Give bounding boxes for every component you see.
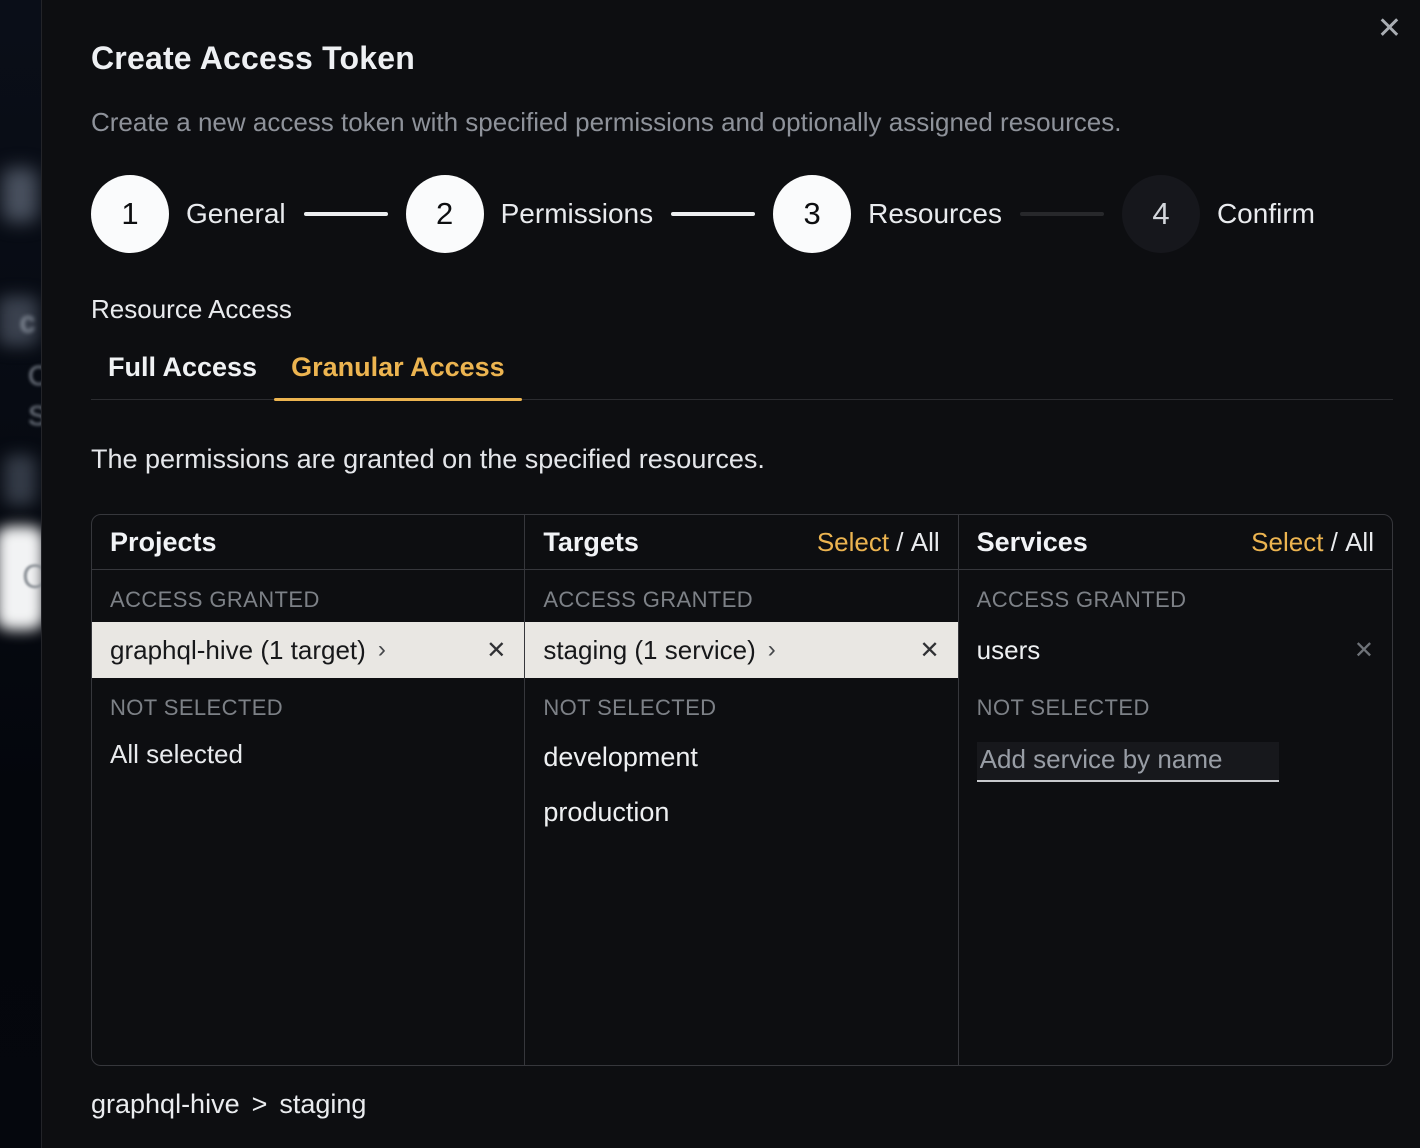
select-all-separator: / (1323, 527, 1345, 558)
column-title: Projects (110, 527, 217, 558)
column-title: Services (977, 527, 1088, 558)
access-granted-label: ACCESS GRANTED (959, 570, 1392, 622)
services-column: Services Select / All ACCESS GRANTED use… (959, 515, 1392, 1065)
services-all-link[interactable]: All (1345, 527, 1374, 558)
background-blur-fragment (4, 455, 36, 505)
not-selected-label: NOT SELECTED (959, 678, 1392, 730)
not-selected-label: NOT SELECTED (92, 678, 524, 730)
services-select-link[interactable]: Select (1251, 527, 1323, 558)
targets-column-header: Targets Select / All (525, 515, 957, 570)
access-tabs: Full Access Granular Access (91, 352, 1393, 400)
remove-icon[interactable]: ✕ (920, 636, 940, 665)
stepper: 1 General 2 Permissions 3 Resources 4 Co… (91, 174, 1333, 254)
step-number-circle: 4 (1122, 175, 1200, 253)
tab-granular-access[interactable]: Granular Access (274, 352, 522, 399)
background-text-fragment: C (22, 558, 41, 597)
granted-project-row[interactable]: graphql-hive (1 target) › ✕ (92, 622, 524, 678)
access-granted-label: ACCESS GRANTED (525, 570, 957, 622)
granted-target-row[interactable]: staging (1 service) › ✕ (525, 622, 957, 678)
step-number-circle: 2 (406, 175, 484, 253)
tab-full-access[interactable]: Full Access (91, 352, 274, 399)
step-number-circle: 3 (773, 175, 851, 253)
targets-select-link[interactable]: Select (817, 527, 889, 558)
modal-description: Create a new access token with specified… (91, 107, 1121, 138)
step-label: Resources (868, 198, 1002, 230)
granted-target-label: staging (1 service) (543, 635, 755, 666)
step-confirm[interactable]: 4 Confirm (1122, 175, 1333, 253)
step-resources[interactable]: 3 Resources (773, 175, 1020, 253)
breadcrumb-project: graphql-hive (91, 1089, 240, 1120)
background-text-fragment: S (28, 400, 41, 432)
remove-icon[interactable]: ✕ (486, 636, 506, 665)
targets-all-link[interactable]: All (911, 527, 940, 558)
services-select-all: Select / All (1251, 527, 1374, 558)
permissions-note: The permissions are granted on the speci… (91, 444, 765, 475)
not-selected-label: NOT SELECTED (525, 678, 957, 730)
step-connector (304, 212, 388, 216)
projects-column-header: Projects (92, 515, 524, 570)
chevron-right-icon: › (378, 636, 386, 664)
targets-column: Targets Select / All ACCESS GRANTED stag… (525, 515, 958, 1065)
projects-column: Projects ACCESS GRANTED graphql-hive (1 … (92, 515, 525, 1065)
create-access-token-modal: ✕ Create Access Token Create a new acces… (41, 0, 1420, 1148)
step-label: Permissions (501, 198, 653, 230)
remove-icon[interactable]: ✕ (1354, 636, 1374, 665)
targets-select-all: Select / All (817, 527, 940, 558)
modal-title: Create Access Token (91, 40, 415, 77)
breadcrumb: graphql-hive > staging (91, 1089, 366, 1120)
breadcrumb-target: staging (279, 1089, 366, 1120)
add-service-input[interactable] (977, 742, 1279, 782)
granted-service-label: users (977, 635, 1041, 666)
access-granted-label: ACCESS GRANTED (92, 570, 524, 622)
background-page: c O S C (0, 0, 41, 1148)
step-label: Confirm (1217, 198, 1315, 230)
breadcrumb-separator: > (252, 1089, 268, 1120)
step-general[interactable]: 1 General (91, 175, 304, 253)
resource-access-heading: Resource Access (91, 294, 292, 325)
background-blur-fragment (2, 168, 38, 222)
select-all-separator: / (889, 527, 911, 558)
granted-service-row: users ✕ (959, 622, 1392, 678)
resource-table: Projects ACCESS GRANTED graphql-hive (1 … (91, 514, 1393, 1066)
background-text-fragment: O (28, 360, 41, 392)
services-column-header: Services Select / All (959, 515, 1392, 570)
step-number-circle: 1 (91, 175, 169, 253)
close-icon[interactable]: ✕ (1371, 8, 1408, 50)
all-selected-text: All selected (92, 730, 524, 779)
screen: c O S C ✕ Create Access Token Create a n… (0, 0, 1420, 1148)
step-permissions[interactable]: 2 Permissions (406, 175, 671, 253)
target-option-development[interactable]: development (525, 730, 957, 785)
column-title: Targets (543, 527, 639, 558)
step-connector (1020, 212, 1104, 216)
target-option-production[interactable]: production (525, 785, 957, 840)
chevron-right-icon: › (768, 636, 776, 664)
step-label: General (186, 198, 286, 230)
step-connector (671, 212, 755, 216)
background-text-fragment: c (20, 306, 35, 340)
granted-project-label: graphql-hive (1 target) (110, 635, 366, 666)
